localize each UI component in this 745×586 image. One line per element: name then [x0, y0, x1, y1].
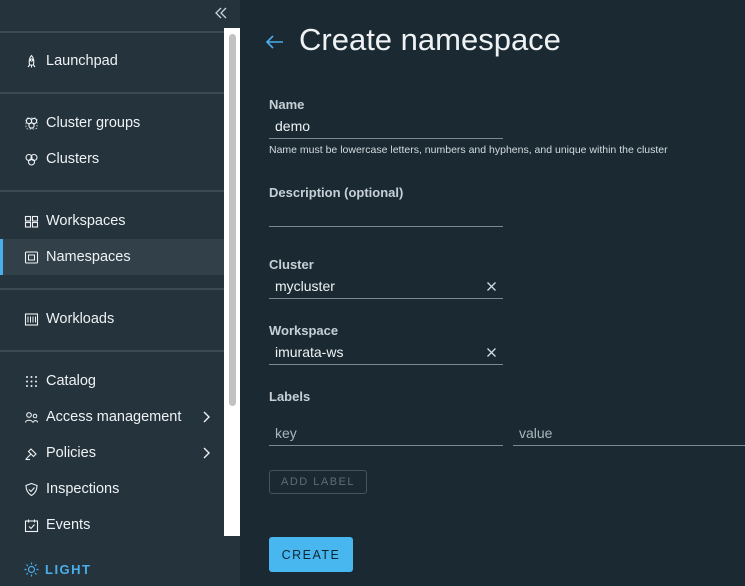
- sidebar: Launchpad Cluster groups Clusters Worksp…: [0, 0, 240, 586]
- sidebar-item-label: Events: [46, 517, 91, 533]
- sidebar-item-label: Workloads: [46, 311, 115, 327]
- divider: [0, 31, 224, 33]
- calendar-icon: [24, 518, 39, 533]
- workspaces-icon: [24, 214, 39, 229]
- access-icon: [24, 410, 39, 425]
- label-value-input[interactable]: value: [513, 420, 745, 446]
- name-label: Name: [269, 97, 305, 112]
- sidebar-item-label: Launchpad: [46, 53, 118, 69]
- divider: [0, 288, 224, 290]
- sidebar-item-label: Cluster groups: [46, 115, 141, 131]
- catalog-icon: [24, 374, 39, 389]
- sidebar-item-clusters[interactable]: Clusters: [0, 141, 224, 177]
- sun-icon: [24, 562, 39, 576]
- sidebar-item-label: Namespaces: [46, 249, 131, 265]
- sidebar-item-label: Inspections: [46, 481, 120, 497]
- back-button[interactable]: [264, 33, 286, 51]
- sidebar-item-label: Access management: [46, 409, 182, 425]
- chevron-right-icon: [199, 446, 213, 460]
- sidebar-item-label: Policies: [46, 445, 96, 461]
- sidebar-scrollbar-thumb[interactable]: [229, 34, 236, 406]
- sidebar-item-inspections[interactable]: Inspections: [0, 471, 224, 507]
- sidebar-item-label: Clusters: [46, 151, 100, 167]
- add-label-button[interactable]: ADD LABEL: [269, 470, 367, 494]
- divider: [0, 92, 224, 94]
- divider: [0, 350, 224, 352]
- sidebar-item-workloads[interactable]: Workloads: [0, 301, 224, 337]
- sidebar-item-policies[interactable]: Policies: [0, 435, 224, 471]
- policies-icon: [24, 446, 39, 461]
- theme-toggle[interactable]: LIGHT: [24, 560, 92, 578]
- namespaces-icon: [24, 250, 39, 265]
- clear-workspace-icon[interactable]: [486, 347, 497, 358]
- description-field[interactable]: [269, 201, 503, 227]
- cluster-groups-icon: [24, 116, 39, 131]
- arrow-left-icon: [265, 35, 283, 49]
- workspace-select[interactable]: imurata-ws: [269, 339, 503, 365]
- cluster-select[interactable]: mycluster: [269, 273, 503, 299]
- workspace-label: Workspace: [269, 323, 339, 338]
- sidebar-item-label: Catalog: [46, 373, 96, 389]
- page-title: Create namespace: [299, 22, 561, 57]
- chevron-right-icon: [199, 410, 213, 424]
- description-label: Description (optional): [269, 185, 404, 200]
- sidebar-item-cluster-groups[interactable]: Cluster groups: [0, 105, 224, 141]
- label-key-input[interactable]: key: [269, 420, 503, 446]
- sidebar-item-label: Workspaces: [46, 213, 126, 229]
- collapse-sidebar-button[interactable]: [212, 4, 232, 22]
- clusters-icon: [24, 152, 39, 167]
- shield-icon: [24, 482, 39, 497]
- rocket-icon: [24, 54, 39, 69]
- labels-label: Labels: [269, 389, 311, 404]
- sidebar-item-access-management[interactable]: Access management: [0, 399, 224, 435]
- theme-toggle-label: LIGHT: [45, 561, 92, 577]
- name-field[interactable]: demo: [269, 113, 503, 139]
- sidebar-item-workspaces[interactable]: Workspaces: [0, 203, 224, 239]
- clear-cluster-icon[interactable]: [486, 281, 497, 292]
- workloads-icon: [24, 312, 39, 327]
- divider: [0, 190, 224, 192]
- sidebar-item-namespaces[interactable]: Namespaces: [0, 239, 224, 275]
- double-chevron-left-icon: [215, 7, 227, 19]
- name-helper-text: Name must be lowercase letters, numbers …: [269, 144, 668, 156]
- create-button[interactable]: CREATE: [269, 537, 353, 572]
- sidebar-item-events[interactable]: Events: [0, 507, 224, 543]
- sidebar-item-catalog[interactable]: Catalog: [0, 363, 224, 399]
- cluster-label: Cluster: [269, 257, 314, 272]
- sidebar-item-launchpad[interactable]: Launchpad: [0, 43, 224, 79]
